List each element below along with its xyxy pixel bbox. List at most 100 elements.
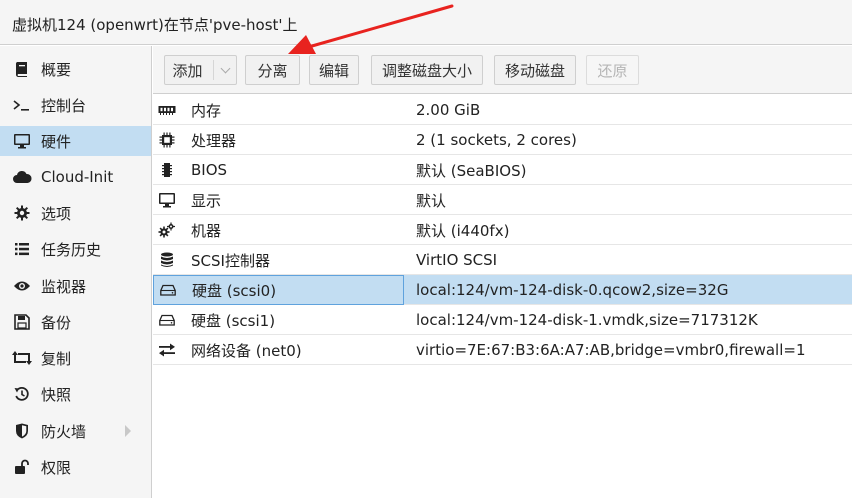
move-disk-button[interactable]: 移动磁盘	[494, 55, 576, 85]
table-row[interactable]: BIOS 默认 (SeaBIOS)	[153, 155, 852, 185]
floppy-icon	[12, 312, 32, 332]
sidebar-item-summary[interactable]: 概要	[0, 54, 151, 84]
hardware-value: local:124/vm-124-disk-0.qcow2,size=32G	[416, 281, 729, 299]
hardware-key-cell: 硬盘 (scsi0)	[153, 275, 404, 305]
exchange-icon	[157, 340, 177, 360]
sidebar-item-permissions[interactable]: 权限	[0, 452, 151, 482]
sidebar-nav: 概要 控制台 硬件 Cloud-Init 选项 任务历史 监视器 备份 复制 快…	[0, 46, 152, 498]
hardware-value: 默认	[416, 191, 447, 210]
terminal-icon	[12, 95, 32, 115]
table-row[interactable]: 硬盘 (scsi1) local:124/vm-124-disk-1.vmdk,…	[153, 305, 852, 335]
sidebar-item-label: 硬件	[41, 132, 72, 151]
hardware-key: 硬盘 (scsi1)	[191, 311, 276, 330]
hardware-value: 2.00 GiB	[416, 101, 481, 119]
sidebar-item-label: 权限	[41, 458, 72, 477]
table-row[interactable]: 内存 2.00 GiB	[153, 95, 852, 125]
hardware-value: 默认 (SeaBIOS)	[416, 161, 527, 180]
hardware-value: 默认 (i440fx)	[416, 221, 510, 240]
edit-button[interactable]: 编辑	[309, 55, 359, 85]
sidebar-item-label: 复制	[41, 349, 72, 368]
table-row[interactable]: 网络设备 (net0) virtio=7E:67:B3:6A:A7:AB,bri…	[153, 335, 852, 365]
hardware-toolbar: 添加 分离 编辑 调整磁盘大小 移动磁盘 还原	[153, 46, 852, 94]
gear-icon	[12, 203, 32, 223]
sidebar-item-replication[interactable]: 复制	[0, 343, 151, 373]
sidebar-item-label: 备份	[41, 313, 72, 332]
eye-icon	[12, 276, 32, 296]
hardware-key: 硬盘 (scsi0)	[192, 281, 277, 300]
window-title: 虚拟机124 (openwrt)在节点'pve-host'上	[12, 16, 298, 34]
hardware-key-cell: 显示	[153, 185, 404, 215]
hardware-key: 显示	[191, 191, 222, 210]
resize-disk-button[interactable]: 调整磁盘大小	[371, 55, 483, 85]
hardware-key: SCSI控制器	[191, 251, 270, 270]
hardware-key-cell: 机器	[153, 215, 404, 245]
sidebar-item-monitor[interactable]: 监视器	[0, 271, 151, 301]
sidebar-item-cloud-init[interactable]: Cloud-Init	[0, 162, 151, 192]
monitor-icon	[12, 131, 32, 151]
sidebar-item-task-history[interactable]: 任务历史	[0, 234, 151, 264]
sidebar-item-label: 概要	[41, 60, 72, 79]
hardware-key: 处理器	[191, 131, 237, 150]
hardware-key-cell: 内存	[153, 95, 404, 125]
desktop-icon	[157, 190, 177, 210]
detach-button[interactable]: 分离	[245, 55, 300, 85]
sidebar-item-label: 任务历史	[41, 240, 102, 259]
memory-icon	[157, 100, 177, 120]
sidebar-item-label: 防火墙	[41, 422, 87, 441]
shield-icon	[12, 421, 32, 441]
sidebar-item-options[interactable]: 选项	[0, 198, 151, 228]
list-icon	[12, 239, 32, 259]
hardware-key: BIOS	[191, 161, 228, 179]
hdd-icon	[157, 310, 177, 330]
hardware-key: 网络设备 (net0)	[191, 341, 302, 360]
sidebar-item-label: 控制台	[41, 96, 87, 115]
sidebar-item-firewall[interactable]: 防火墙	[0, 416, 151, 446]
hardware-key-cell: 网络设备 (net0)	[153, 335, 404, 365]
retweet-icon	[12, 348, 32, 368]
sidebar-item-label: Cloud-Init	[41, 168, 114, 186]
hardware-value: VirtIO SCSI	[416, 251, 498, 269]
split-divider	[212, 60, 214, 80]
sidebar-item-label: 监视器	[41, 277, 87, 296]
book-icon	[12, 59, 32, 79]
table-row[interactable]: 处理器 2 (1 sockets, 2 cores)	[153, 125, 852, 155]
hardware-key-cell: SCSI控制器	[153, 245, 404, 275]
hardware-key: 机器	[191, 221, 222, 240]
chevron-down-icon[interactable]	[220, 63, 230, 73]
resize-disk-button-label: 调整磁盘大小	[381, 61, 472, 80]
table-row[interactable]: 显示 默认	[153, 185, 852, 215]
sidebar-item-label: 快照	[41, 385, 72, 404]
hardware-key-cell: 处理器	[153, 125, 404, 155]
cogs-icon	[157, 220, 177, 240]
add-button-label: 添加	[172, 61, 203, 80]
hardware-key-cell: BIOS	[153, 155, 404, 185]
hardware-value: virtio=7E:67:B3:6A:A7:AB,bridge=vmbr0,fi…	[416, 341, 806, 359]
chevron-right-icon[interactable]	[125, 425, 131, 437]
sidebar-item-hardware[interactable]: 硬件	[0, 126, 151, 156]
move-disk-button-label: 移动磁盘	[504, 61, 565, 80]
revert-button[interactable]: 还原	[586, 55, 639, 85]
table-row[interactable]: 机器 默认 (i440fx)	[153, 215, 852, 245]
database-icon	[157, 250, 177, 270]
revert-button-label: 还原	[597, 61, 628, 80]
table-row[interactable]: SCSI控制器 VirtIO SCSI	[153, 245, 852, 275]
chip-icon	[157, 160, 177, 180]
add-button[interactable]: 添加	[164, 55, 237, 85]
hdd-icon	[158, 280, 178, 300]
table-row[interactable]: 硬盘 (scsi0) local:124/vm-124-disk-0.qcow2…	[153, 275, 852, 305]
sidebar-item-label: 选项	[41, 204, 72, 223]
hardware-value: local:124/vm-124-disk-1.vmdk,size=717312…	[416, 311, 758, 329]
hardware-value: 2 (1 sockets, 2 cores)	[416, 131, 577, 149]
detach-button-label: 分离	[257, 61, 288, 80]
edit-button-label: 编辑	[318, 61, 349, 80]
unlock-icon	[12, 457, 32, 477]
sidebar-item-console[interactable]: 控制台	[0, 90, 151, 120]
sidebar-item-backup[interactable]: 备份	[0, 307, 151, 337]
cpu-icon	[157, 130, 177, 150]
hardware-key-cell: 硬盘 (scsi1)	[153, 305, 404, 335]
hardware-key: 内存	[191, 101, 222, 120]
history-icon	[12, 384, 32, 404]
sidebar-item-snapshots[interactable]: 快照	[0, 379, 151, 409]
cloud-icon	[12, 167, 32, 187]
window-titlebar: 虚拟机124 (openwrt)在节点'pve-host'上	[0, 0, 852, 45]
